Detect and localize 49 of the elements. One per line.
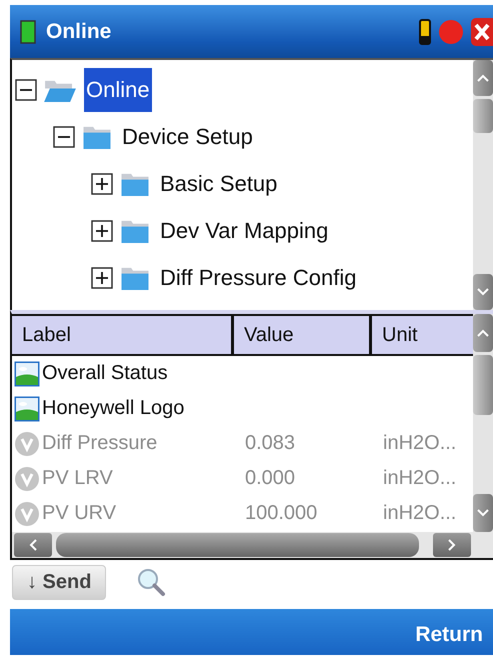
send-button[interactable]: ↓ Send [12,564,106,600]
chevron-left-icon [29,539,37,551]
return-button[interactable]: Return [405,617,493,653]
device-icon [20,20,36,44]
value-cell-text: 0.083 [244,432,296,455]
image-icon [14,396,40,422]
tree-item[interactable]: Device Setup [120,114,255,158]
variable-icon [14,430,40,456]
variable-icon [14,466,40,492]
image-icon [14,360,40,386]
search-icon[interactable] [136,567,166,597]
unit-cell-text: inH2O... [382,432,458,455]
column-header[interactable]: Label [12,316,234,354]
collapse-icon[interactable] [53,126,75,148]
window-title: Online [46,20,112,44]
column-header[interactable]: Value [234,316,372,354]
scroll-up-button[interactable] [473,314,493,352]
collapse-icon[interactable] [15,78,37,100]
expand-icon[interactable] [91,172,113,194]
scroll-left-button[interactable] [14,533,52,557]
tree-item[interactable]: Dev Var Mapping [158,208,330,252]
scroll-down-button[interactable] [473,494,493,532]
row-label[interactable]: Honeywell Logo [42,397,184,420]
status-dot-icon [438,18,464,44]
scroll-down-button[interactable] [473,274,493,310]
close-icon[interactable] [471,18,493,46]
variable-icon [14,500,40,526]
value-cell-text: 100.000 [244,502,318,525]
tree-item[interactable]: Online [84,68,152,112]
unit-cell-text: inH2O... [382,467,458,490]
row-label[interactable]: Overall Status [42,362,168,385]
chevron-down-icon [477,288,489,296]
battery-icon [419,18,431,44]
chevron-down-icon [477,509,489,517]
expand-icon[interactable] [91,266,113,288]
scroll-thumb[interactable] [473,99,493,133]
unit-cell-text: inH2O... [382,502,458,525]
tree-item[interactable]: Basic Setup [158,162,280,206]
chevron-right-icon [448,539,456,551]
column-header[interactable]: Unit [372,316,473,354]
tree-item[interactable]: Diff Pressure Config [158,256,358,300]
value-cell-text: 0.000 [244,467,296,490]
chevron-up-icon [477,329,489,337]
scroll-up-button[interactable] [473,60,493,96]
scroll-right-button[interactable] [433,533,471,557]
scroll-thumb[interactable] [473,355,493,415]
scroll-thumb[interactable] [56,533,419,557]
chevron-up-icon [477,74,489,82]
expand-icon[interactable] [91,220,113,242]
